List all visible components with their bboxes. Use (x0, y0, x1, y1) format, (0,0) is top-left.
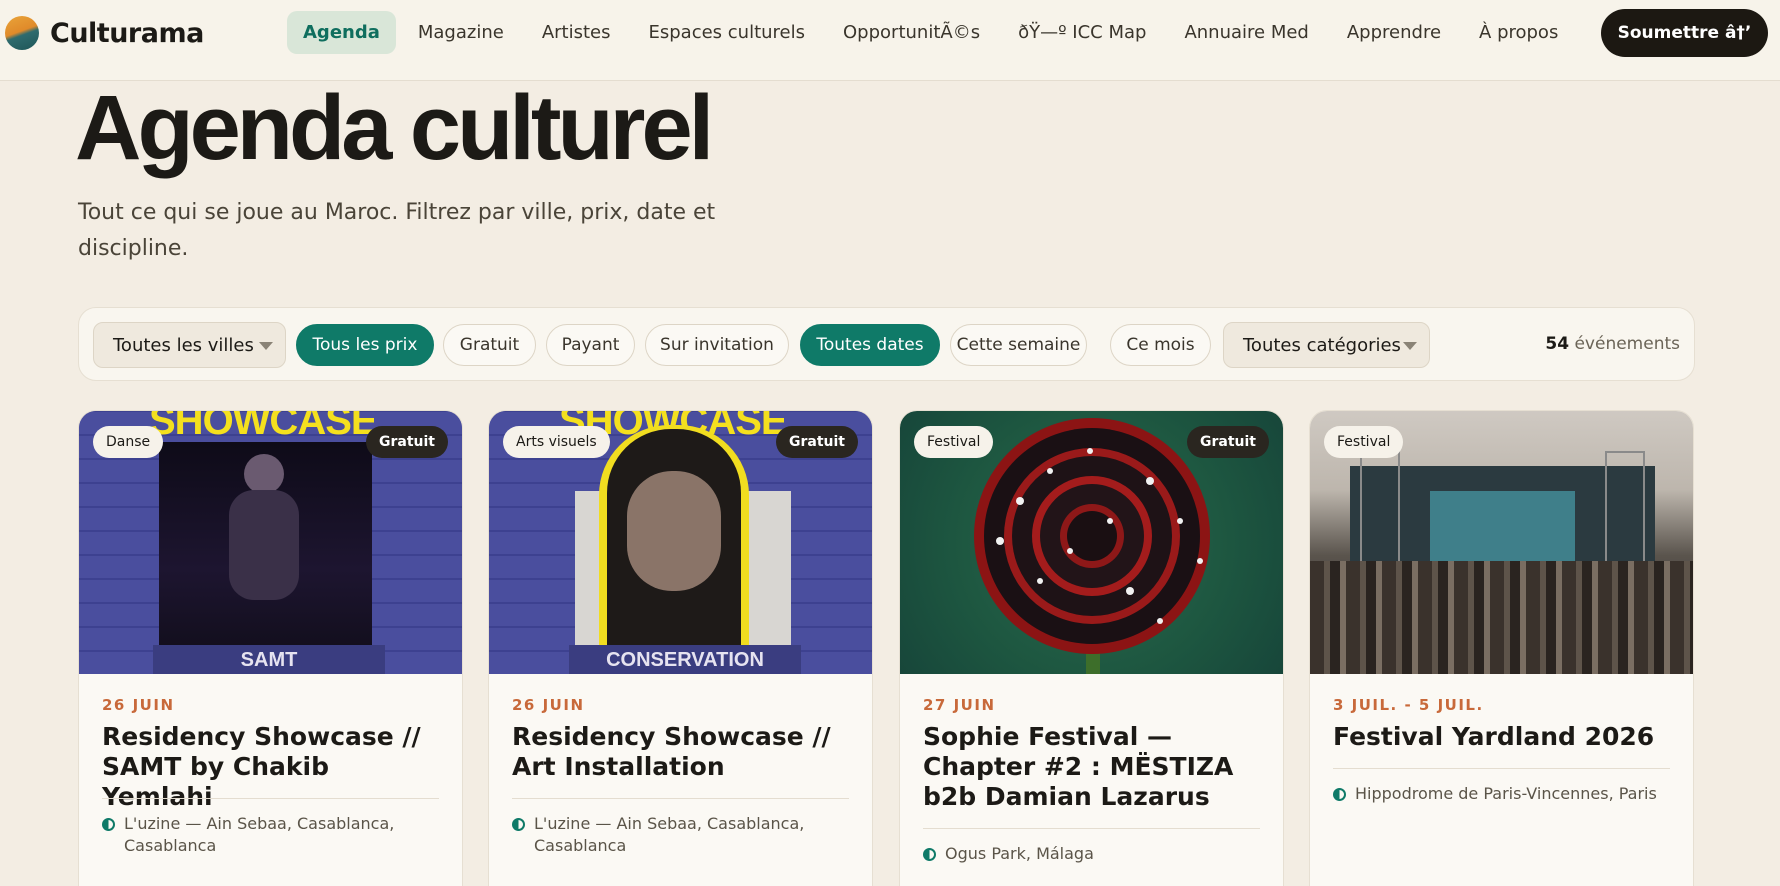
event-location-text: Ogus Park, Málaga (945, 844, 1094, 863)
nav-link-apprendre[interactable]: Apprendre (1331, 11, 1457, 54)
event-image: Festival Gratuit (900, 411, 1283, 674)
filter-price-all[interactable]: Tous les prix (296, 324, 434, 366)
event-date: 27 JUIN (923, 696, 996, 714)
divider (1333, 768, 1670, 769)
event-card[interactable]: SHOWCASE SAMT Danse Gratuit 26 JUIN Resi… (78, 410, 463, 886)
chevron-down-icon (259, 342, 273, 350)
event-image: Festival (1310, 411, 1693, 674)
nav-link-opportunites[interactable]: OpportunitÃ©s (827, 11, 996, 54)
event-card[interactable]: SHOWCASE CONSERVATION Arts visuels Gratu… (488, 410, 873, 886)
nav-link-a-propos[interactable]: À propos (1463, 11, 1574, 54)
submit-button[interactable]: Soumettre â†’ (1601, 9, 1768, 57)
event-location: Hippodrome de Paris-Vincennes, Paris (1333, 783, 1663, 805)
category-badge: Festival (1324, 426, 1404, 458)
nav-link-espaces[interactable]: Espaces culturels (633, 11, 822, 54)
event-title: Festival Yardland 2026 (1333, 722, 1655, 751)
category-badge: Festival (914, 426, 994, 458)
event-date: 3 JUIL. - 5 JUIL. (1333, 696, 1484, 714)
filter-price-invitation[interactable]: Sur invitation (645, 324, 789, 366)
category-badge: Arts visuels (503, 426, 610, 458)
event-location: L'uzine — Ain Sebaa, Casablanca, Casabla… (512, 813, 842, 857)
event-location-text: L'uzine — Ain Sebaa, Casablanca, Casabla… (124, 814, 395, 855)
category-badge: Danse (93, 426, 164, 458)
event-card[interactable]: Festival Gratuit 27 JUIN Sophie Festival… (899, 410, 1284, 886)
location-icon (923, 848, 936, 861)
nav-link-agenda[interactable]: Agenda (287, 11, 396, 54)
image-photo (159, 442, 372, 654)
price-badge: Gratuit (1187, 426, 1269, 458)
filter-bar: Toutes les villes Tous les prix Gratuit … (78, 307, 1695, 381)
brand-logo[interactable]: Culturama (5, 16, 204, 50)
divider (923, 828, 1260, 829)
event-location: Ogus Park, Málaga (923, 843, 1253, 865)
location-icon (512, 818, 525, 831)
event-count-label: événements (1574, 334, 1680, 354)
price-badge: Gratuit (776, 426, 858, 458)
location-icon (102, 818, 115, 831)
top-navigation: Culturama Agenda Magazine Artistes Espac… (0, 0, 1780, 81)
nav-link-artistes[interactable]: Artistes (526, 11, 627, 54)
city-select-value: Toutes les villes (113, 334, 254, 356)
price-badge: Gratuit (366, 426, 448, 458)
event-title: Sophie Festival — Chapter #2 : MËSTIZA b… (923, 722, 1234, 811)
divider (102, 798, 439, 799)
nav-links: Agenda Magazine Artistes Espaces culture… (287, 11, 1580, 54)
filter-price-free[interactable]: Gratuit (443, 324, 536, 366)
event-date: 26 JUIN (512, 696, 585, 714)
event-card[interactable]: Festival 3 JUIL. - 5 JUIL. Festival Yard… (1309, 410, 1694, 886)
filter-price-paid[interactable]: Payant (546, 324, 635, 366)
event-date: 26 JUIN (102, 696, 175, 714)
divider (512, 798, 849, 799)
nav-link-icc-map[interactable]: ðŸ—º ICC Map (1002, 11, 1162, 54)
logo-icon (5, 16, 39, 50)
location-icon (1333, 788, 1346, 801)
event-location: L'uzine — Ain Sebaa, Casablanca, Casabla… (102, 813, 432, 857)
chevron-down-icon (1403, 342, 1417, 350)
event-image: SHOWCASE CONSERVATION Arts visuels Gratu… (489, 411, 872, 674)
event-count: 54 événements (1545, 334, 1680, 354)
filter-date-all[interactable]: Toutes dates (800, 324, 940, 366)
nav-link-magazine[interactable]: Magazine (402, 11, 520, 54)
event-image: SHOWCASE SAMT Danse Gratuit (79, 411, 462, 674)
page-title: Agenda culturel (75, 77, 714, 179)
event-location-text: Hippodrome de Paris-Vincennes, Paris (1355, 784, 1657, 803)
filter-date-week[interactable]: Cette semaine (950, 324, 1087, 366)
city-select[interactable]: Toutes les villes (93, 322, 286, 368)
image-caption: SAMT (153, 645, 385, 674)
image-heading: SHOWCASE (149, 411, 378, 443)
brand-name: Culturama (50, 17, 204, 49)
event-location-text: L'uzine — Ain Sebaa, Casablanca, Casabla… (534, 814, 805, 855)
category-select-value: Toutes catégories (1243, 334, 1401, 356)
event-title: Residency Showcase // Art Installation (512, 722, 831, 781)
page-subtitle: Tout ce qui se joue au Maroc. Filtrez pa… (78, 200, 716, 261)
event-count-number: 54 (1545, 334, 1570, 354)
image-caption: CONSERVATION (569, 645, 801, 674)
category-select[interactable]: Toutes catégories (1223, 322, 1430, 368)
filter-date-month[interactable]: Ce mois (1110, 324, 1211, 366)
nav-link-annuaire[interactable]: Annuaire Med (1168, 11, 1324, 54)
